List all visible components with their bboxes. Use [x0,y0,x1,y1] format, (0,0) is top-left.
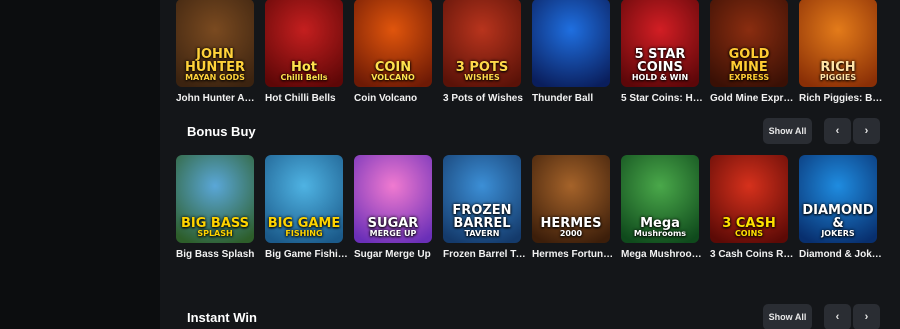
game-logo-line1: DIAMOND & [802,203,874,231]
game-tile[interactable]: GOLD MINE EXPRESS Gold Mine Expre... [710,0,794,104]
game-thumbnail[interactable]: Hot Chilli Bells [265,0,343,87]
game-name[interactable]: Big Game Fishin... [265,249,349,260]
game-name[interactable]: Hermes Fortune... [532,249,616,260]
game-logo [532,82,610,87]
game-logo: RICH PIGGIES [799,61,877,87]
game-thumbnail[interactable]: 3 POTS WISHES [443,0,521,87]
game-logo: BIG BASS SPLASH [176,217,254,243]
game-logo-line2: HOLD & WIN [631,73,689,82]
game-logo-line2: Mushrooms [633,229,687,238]
chevron-left-icon: ‹ [835,311,840,323]
game-logo-line2: TAVERN [464,229,500,238]
game-thumbnail[interactable]: BIG BASS SPLASH [176,155,254,243]
game-tile[interactable]: JOHN HUNTER MAYAN GODS John Hunter And... [176,0,260,104]
game-thumbnail[interactable] [532,0,610,87]
game-name[interactable]: Rich Piggies: Bo... [799,93,883,104]
game-logo-line1: JOHN HUNTER [184,47,246,75]
game-thumbnail[interactable]: FROZEN BARREL TAVERN [443,155,521,243]
game-thumbnail[interactable]: 5 STAR COINS HOLD & WIN [621,0,699,87]
game-logo-line2: MERGE UP [369,229,417,238]
game-thumbnail[interactable]: Mega Mushrooms [621,155,699,243]
bonus-buy-prev-button[interactable]: ‹ [824,118,851,144]
game-name[interactable]: 3 Cash Coins RU... [710,249,794,260]
game-tile[interactable]: RICH PIGGIES Rich Piggies: Bo... [799,0,883,104]
game-logo-line2: COINS [734,229,764,238]
game-name[interactable]: Big Bass Splash [176,249,260,260]
game-tile[interactable]: SUGAR MERGE UP Sugar Merge Up [354,155,434,260]
game-logo-line2: SPLASH [197,229,233,238]
chevron-right-icon: › [864,125,869,137]
game-name[interactable]: Hot Chilli Bells [265,93,349,104]
game-logo: 3 POTS WISHES [443,61,521,87]
game-artwork [532,0,610,87]
bonus-buy-next-button[interactable]: › [853,118,880,144]
game-logo: Mega Mushrooms [621,217,699,243]
game-tile[interactable]: BIG BASS SPLASH Big Bass Splash [176,155,256,260]
section-title-bonus-buy: Bonus Buy [187,124,256,139]
game-logo: JOHN HUNTER MAYAN GODS [176,48,254,87]
game-tile[interactable]: HERMES 2000 Hermes Fortune... [532,155,616,260]
game-thumbnail[interactable]: 3 CASH COINS [710,155,788,243]
game-tile[interactable]: 5 STAR COINS HOLD & WIN 5 Star Coins: Hol.… [621,0,705,104]
game-logo-line2: MAYAN GODS [185,73,245,82]
game-thumbnail[interactable]: COIN VOLCANO [354,0,432,87]
game-name[interactable]: 3 Pots of Wishes [443,93,527,104]
game-name[interactable]: Frozen Barrel Ta... [443,249,527,260]
game-logo-line2: EXPRESS [728,73,770,82]
game-thumbnail[interactable]: JOHN HUNTER MAYAN GODS [176,0,254,87]
game-name[interactable]: Diamond & Joke... [799,249,883,260]
game-tile[interactable]: Mega Mushrooms Mega Mushrooms [621,155,705,260]
game-logo: 5 STAR COINS HOLD & WIN [621,48,699,87]
game-thumbnail[interactable]: HERMES 2000 [532,155,610,243]
instant-win-show-all-button[interactable]: Show All [763,304,812,329]
game-logo: SUGAR MERGE UP [354,217,432,243]
game-logo-line2: FISHING [285,229,323,238]
game-name[interactable]: Coin Volcano [354,93,438,104]
game-thumbnail[interactable]: DIAMOND & JOKERS [799,155,877,243]
game-name[interactable]: John Hunter And... [176,93,260,104]
game-logo-line2: VOLCANO [371,73,415,82]
bonus-buy-show-all-button[interactable]: Show All [763,118,812,144]
game-logo: BIG GAME FISHING [265,217,343,243]
game-logo-line2: WISHES [464,73,500,82]
instant-win-next-button[interactable]: › [853,304,880,329]
game-logo: DIAMOND & JOKERS [799,204,877,243]
game-name[interactable]: 5 Star Coins: Hol... [621,93,705,104]
game-thumbnail[interactable]: SUGAR MERGE UP [354,155,432,243]
game-tile[interactable]: FROZEN BARREL TAVERN Frozen Barrel Ta... [443,155,527,260]
game-tile[interactable]: 3 CASH COINS 3 Cash Coins RU... [710,155,794,260]
game-logo-line1: FROZEN BARREL [452,203,512,231]
game-thumbnail[interactable]: BIG GAME FISHING [265,155,343,243]
game-name[interactable]: Thunder Ball [532,93,616,104]
game-tile[interactable]: BIG GAME FISHING Big Game Fishin... [265,155,349,260]
game-logo-line1: GOLD MINE [728,47,770,75]
main-content: JOHN HUNTER MAYAN GODS John Hunter And... H… [160,0,900,329]
game-tile[interactable]: Hot Chilli Bells Hot Chilli Bells [265,0,345,104]
game-logo: Hot Chilli Bells [265,61,343,87]
game-logo: 3 CASH COINS [710,217,788,243]
game-tile[interactable]: DIAMOND & JOKERS Diamond & Joke... [799,155,883,260]
game-name[interactable]: Sugar Merge Up [354,249,438,260]
game-thumbnail[interactable]: GOLD MINE EXPRESS [710,0,788,87]
instant-win-prev-button[interactable]: ‹ [824,304,851,329]
chevron-right-icon: › [864,311,869,323]
sidebar [0,0,160,329]
chevron-left-icon: ‹ [835,125,840,137]
game-tile[interactable]: Thunder Ball [532,0,612,104]
game-logo: HERMES 2000 [532,217,610,243]
game-logo: GOLD MINE EXPRESS [710,48,788,87]
section-title-instant-win: Instant Win [187,310,257,325]
game-thumbnail[interactable]: RICH PIGGIES [799,0,877,87]
game-tile[interactable]: COIN VOLCANO Coin Volcano [354,0,434,104]
game-tile[interactable]: 3 POTS WISHES 3 Pots of Wishes [443,0,523,104]
game-logo-line2: Chilli Bells [280,73,328,82]
game-logo: COIN VOLCANO [354,61,432,87]
game-logo-line1: 5 STAR COINS [634,47,686,75]
game-name[interactable]: Mega Mushrooms [621,249,705,260]
game-logo-line2: 2000 [559,229,583,238]
game-logo-line2: JOKERS [821,229,855,238]
game-logo-line2: PIGGIES [819,73,857,82]
game-name[interactable]: Gold Mine Expre... [710,93,794,104]
game-logo: FROZEN BARREL TAVERN [443,204,521,243]
